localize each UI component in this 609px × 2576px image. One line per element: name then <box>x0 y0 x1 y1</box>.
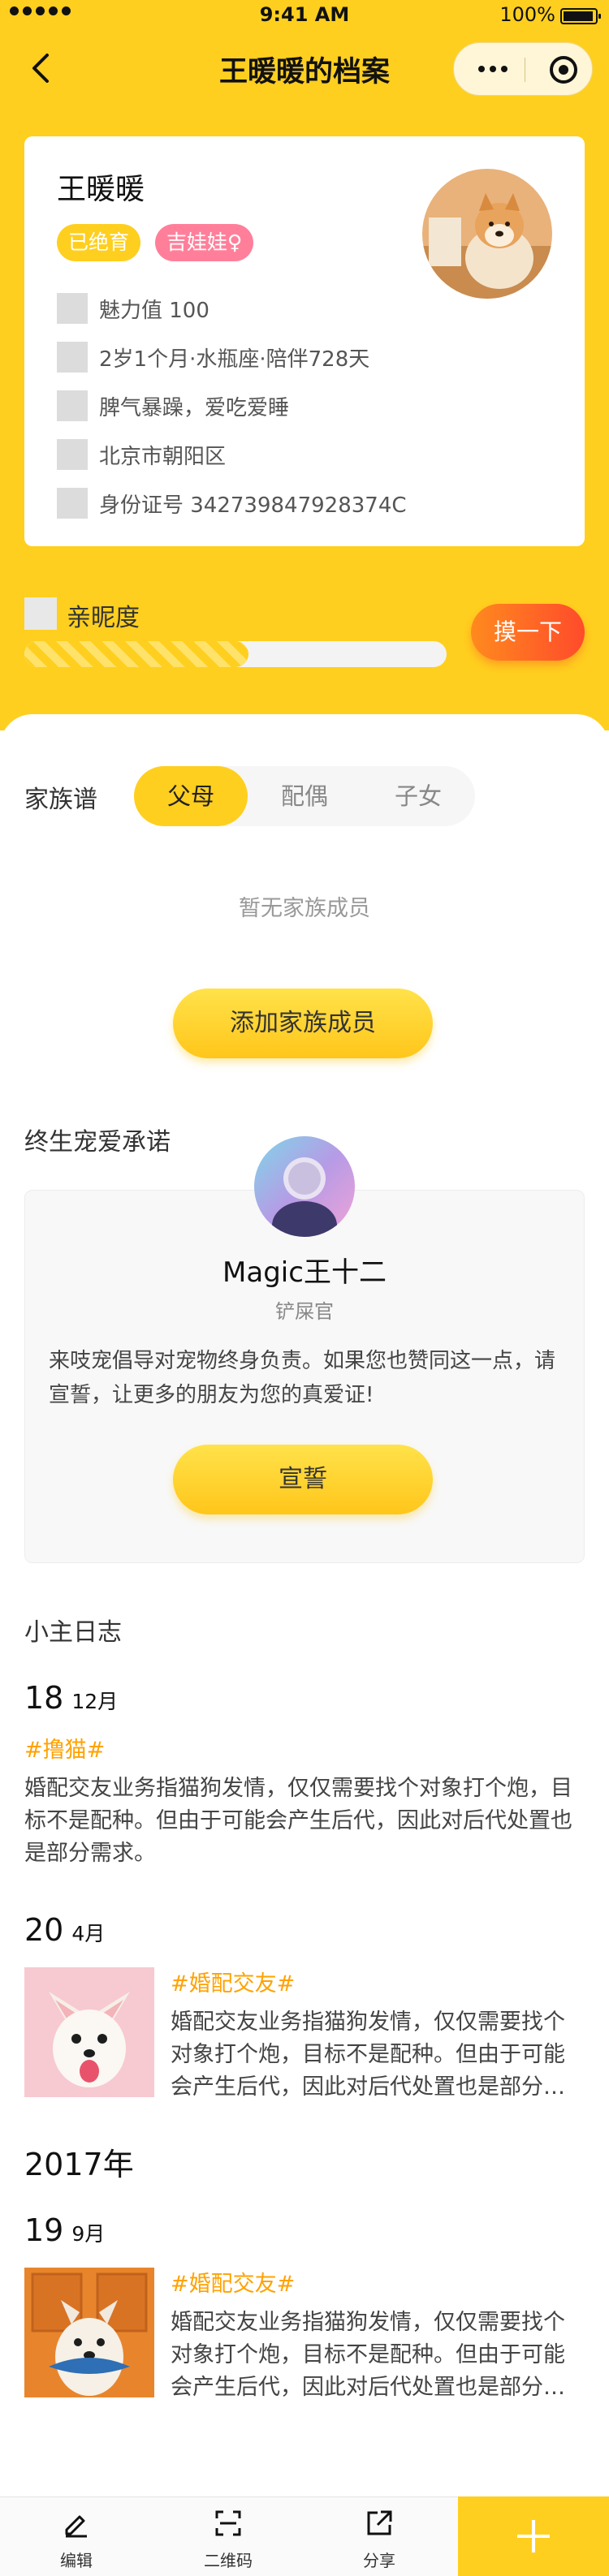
info-temper: 脾气暴躁，爱吃爱睡 <box>57 381 407 430</box>
plus-icon <box>517 2520 550 2552</box>
mini-program-capsule <box>453 42 593 96</box>
owner-avatar[interactable] <box>254 1136 355 1237</box>
temper-icon <box>57 390 88 421</box>
owner-role: 铲屎官 <box>275 1300 334 1323</box>
diary-entry-date: 19 9月 <box>24 2212 105 2248</box>
dog-photo-icon <box>422 169 552 299</box>
entry-text[interactable]: 婚配交友业务指猫狗发情，仅仅需要找个对象打个炮，目标不是配种。但由于可能会产生后… <box>171 2307 585 2404</box>
vow-button[interactable]: 宣誓 <box>173 1445 433 1514</box>
edit-label: 编辑 <box>60 2551 93 2570</box>
owner-photo-icon <box>254 1136 355 1237</box>
qrcode-icon <box>212 2507 244 2539</box>
age-icon <box>57 342 88 373</box>
navigation-bar: 王暖暖的档案 <box>0 32 609 106</box>
diary-entry-date: 20 4月 <box>24 1912 105 1948</box>
entry-photo[interactable] <box>24 2268 154 2397</box>
pet-tags: 已绝育 吉娃娃♀ <box>57 224 254 261</box>
entry-hashtag[interactable]: #婚配交友# <box>171 2266 295 2298</box>
intimacy-progress-fill <box>24 641 248 667</box>
entry-text[interactable]: 婚配交友业务指猫狗发情，仅仅需要找个对象打个炮，目标不是配种。但由于可能会产生后… <box>24 1773 585 1873</box>
profile-card: 王暖暖 已绝育 吉娃娃♀ 魅力值 100 2岁1个月·水瓶座·陪伴728天 脾气… <box>24 136 585 546</box>
entry-text[interactable]: 婚配交友业务指猫狗发情，仅仅需要找个对象打个炮，目标不是配种。但由于可能会产生后… <box>171 2006 585 2104</box>
add-family-member-button[interactable]: 添加家族成员 <box>173 989 433 1058</box>
info-location: 北京市朝阳区 <box>57 430 407 479</box>
dog-with-leash-photo-icon <box>24 2268 154 2397</box>
tag-breed: 吉娃娃♀ <box>155 224 254 261</box>
intimacy-progress-bar <box>24 641 447 667</box>
year-label: 2017年 <box>24 2147 134 2182</box>
intimacy-icon <box>24 597 57 630</box>
charm-icon <box>57 293 88 324</box>
entry-day: 19 <box>24 2212 64 2248</box>
pet-name: 王暖暖 <box>57 173 145 206</box>
info-id: 身份证号 342739847928374C <box>57 479 407 528</box>
entry-day: 18 <box>24 1680 64 1716</box>
share-button[interactable]: 分享 <box>330 2497 428 2576</box>
diary-section-title: 小主日志 <box>24 1618 122 1647</box>
diary-entry-date: 18 12月 <box>24 1680 118 1716</box>
more-icon[interactable] <box>469 43 517 95</box>
tab-parents[interactable]: 父母 <box>134 766 248 826</box>
entry-hashtag[interactable]: #撸猫# <box>24 1732 105 1764</box>
chihuahua-photo-icon <box>24 1967 154 2097</box>
info-temper-text: 脾气暴躁，爱吃爱睡 <box>99 395 290 420</box>
entry-hashtag[interactable]: #婚配交友# <box>171 1966 295 1997</box>
id-card-icon <box>57 488 88 519</box>
status-bar: 9:41 AM 100% <box>0 0 609 32</box>
promise-text: 来吱宠倡导对宠物终身负责。如果您也赞同这一点，请宣誓，让更多的朋友为您的真爱证! <box>49 1349 556 1407</box>
info-location-text: 北京市朝阳区 <box>99 444 227 469</box>
family-tabs: 父母 配偶 子女 <box>134 766 475 826</box>
qrcode-label: 二维码 <box>204 2551 253 2570</box>
promise-section-title: 终生宠爱承诺 <box>24 1128 171 1157</box>
tab-spouse[interactable]: 配偶 <box>248 766 361 826</box>
info-age-text: 2岁1个月·水瓶座·陪伴728天 <box>99 347 370 372</box>
edit-icon <box>60 2507 93 2539</box>
add-entry-button[interactable] <box>458 2496 609 2576</box>
edit-button[interactable]: 编辑 <box>28 2497 125 2576</box>
entry-month: 12月 <box>71 1690 119 1713</box>
info-age: 2岁1个月·水瓶座·陪伴728天 <box>57 333 407 381</box>
pet-info-list: 魅力值 100 2岁1个月·水瓶座·陪伴728天 脾气暴躁，爱吃爱睡 北京市朝阳… <box>57 284 407 528</box>
entry-month: 4月 <box>71 1922 106 1945</box>
pet-button[interactable]: 摸一下 <box>471 604 585 661</box>
entry-photo[interactable] <box>24 1967 154 2097</box>
family-empty-text: 暂无家族成员 <box>239 896 370 921</box>
location-icon <box>57 439 88 470</box>
battery-icon <box>560 8 601 24</box>
tag-neutered: 已绝育 <box>57 224 141 261</box>
battery-percentage: 100% <box>499 3 555 26</box>
share-icon <box>363 2507 395 2539</box>
info-charm-text: 魅力值 100 <box>99 298 209 323</box>
tab-children[interactable]: 子女 <box>361 766 475 826</box>
info-id-text: 身份证号 342739847928374C <box>99 493 407 518</box>
close-target-icon[interactable] <box>550 56 577 84</box>
qrcode-button[interactable]: 二维码 <box>179 2497 277 2576</box>
intimacy-label: 亲昵度 <box>67 604 140 632</box>
entry-day: 20 <box>24 1912 64 1948</box>
pet-avatar[interactable] <box>422 169 552 299</box>
entry-month: 9月 <box>71 2222 106 2246</box>
share-label: 分享 <box>363 2551 395 2570</box>
info-charm: 魅力值 100 <box>57 284 407 333</box>
family-tree-label: 家族谱 <box>24 786 97 814</box>
owner-name: Magic王十二 <box>222 1256 387 1289</box>
